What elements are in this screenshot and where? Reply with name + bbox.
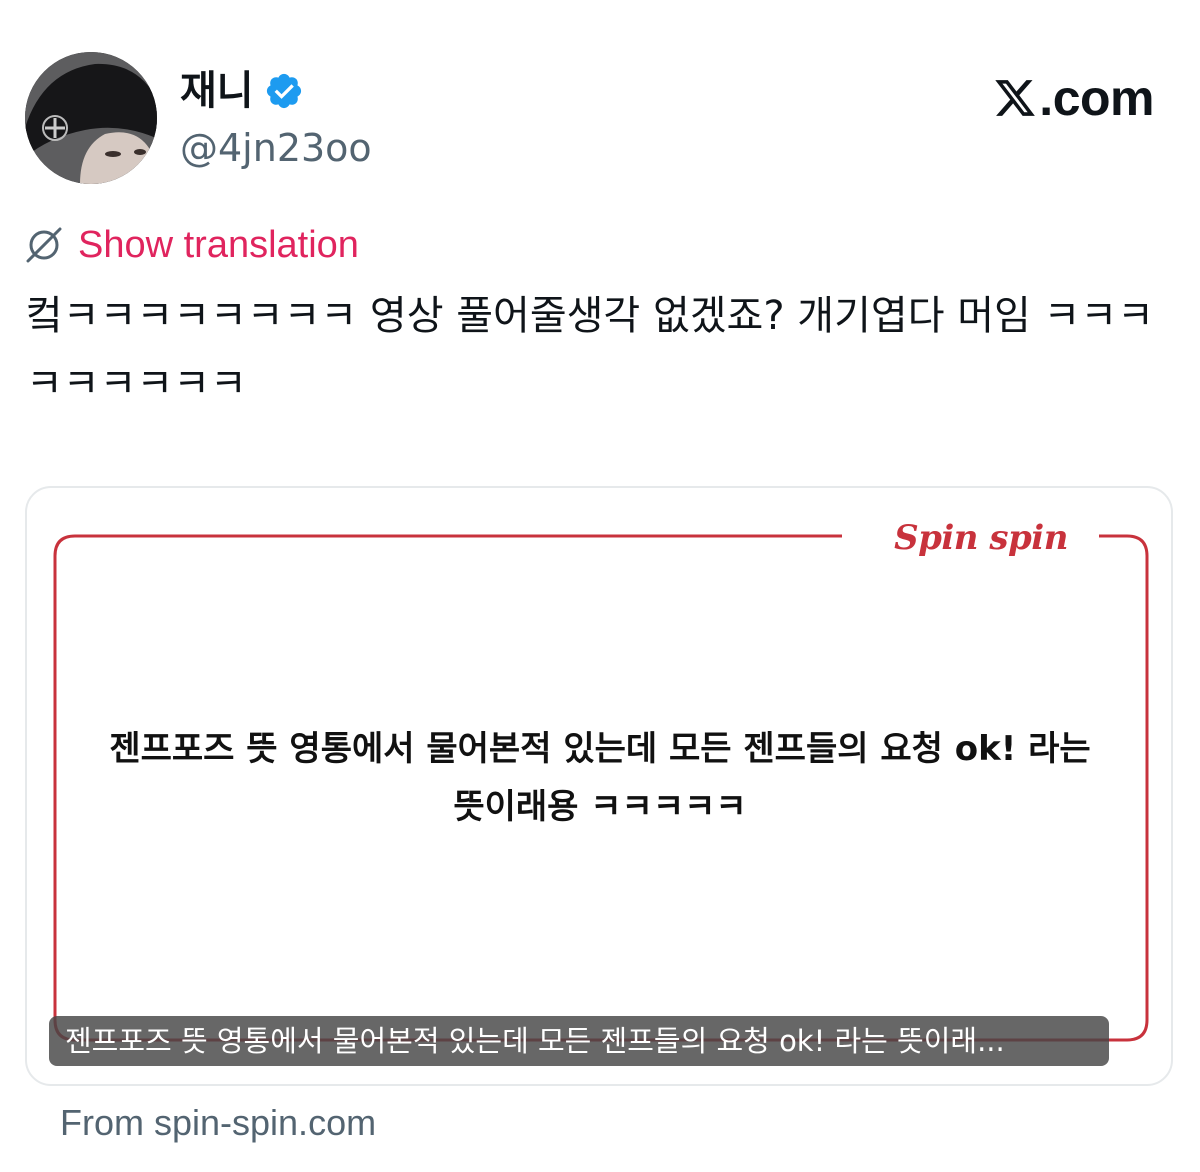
user-handle[interactable]: @4jn23oo	[180, 124, 372, 172]
link-card[interactable]: Spin spin 젠프포즈 뜻 영통에서 물어본적 있는데 모든 젠프들의 요…	[25, 486, 1173, 1086]
show-translation-button[interactable]: Show translation	[24, 222, 359, 268]
x-logo-icon	[995, 80, 1036, 116]
tweet-text: 컼ㅋㅋㅋㅋㅋㅋㅋㅋ 영상 풀어줄생각 없겠죠? 개기엽다 머임 ㅋㅋㅋㅋㅋㅋㅋㅋ…	[26, 293, 1154, 407]
card-source-link[interactable]: From spin-spin.com	[60, 1100, 376, 1146]
avatar[interactable]	[25, 52, 157, 184]
spin-spin-logo: Spin spin	[863, 512, 1099, 564]
show-translation-label[interactable]: Show translation	[78, 224, 359, 267]
display-name[interactable]: 재니	[180, 64, 254, 118]
card-image-text: 젠프포즈 뜻 영통에서 물어본적 있는데 모든 젠프들의 요청 ok! 라는 뜻…	[109, 729, 1091, 827]
verified-badge-icon	[266, 73, 301, 109]
globe-icon	[26, 227, 62, 263]
profile-photo	[25, 52, 157, 184]
x-com-brand: .com	[993, 70, 1154, 126]
brand-domain-text: .com	[1039, 70, 1154, 126]
author-name-row[interactable]: 재니	[180, 64, 304, 118]
card-title-caption[interactable]: 젠프포즈 뜻 영통에서 물어본적 있는데 모든 젠프들의 요청 ok! 라는 뜻…	[49, 1016, 1109, 1066]
